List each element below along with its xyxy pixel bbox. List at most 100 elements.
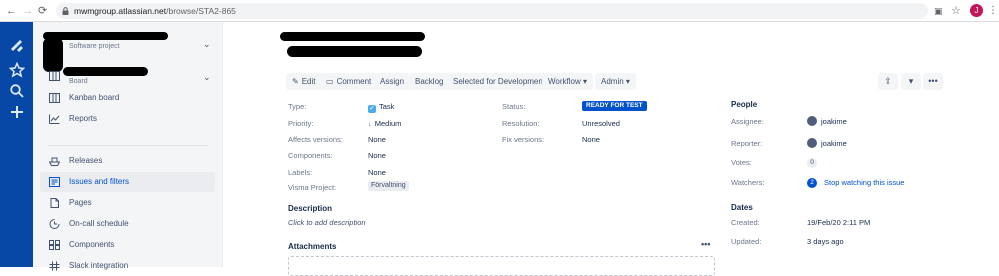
chevron-down-icon[interactable]: ⌄ xyxy=(203,72,211,83)
browser-toolbar: ← → ⟳ mwmgroup.atlassian.net/browse/STA2… xyxy=(0,0,999,22)
url-path: /browse/STA2-865 xyxy=(166,6,236,16)
translate-icon[interactable]: ▣ xyxy=(934,3,943,19)
avatar xyxy=(807,138,817,148)
sidebar-item-label: Slack integration xyxy=(69,261,129,270)
affects-versions-value[interactable]: None xyxy=(368,135,386,144)
workflow-dropdown[interactable]: Workflow ▾ xyxy=(542,73,593,90)
on-call-icon xyxy=(49,219,60,229)
search-icon[interactable] xyxy=(9,83,25,99)
sidebar-item-label: Components xyxy=(69,240,115,249)
address-bar[interactable]: mwmgroup.atlassian.net/browse/STA2-865 xyxy=(56,3,928,19)
sidebar-item-label: Releases xyxy=(69,156,103,165)
people-heading: People xyxy=(731,100,758,109)
attachments-more-icon[interactable]: ••• xyxy=(701,239,710,249)
redacted-breadcrumb xyxy=(280,32,425,41)
star-icon[interactable]: ☆ xyxy=(951,3,961,19)
sidebar-item-kanban-board[interactable]: Kanban board xyxy=(40,88,215,108)
project-sidebar: Software project ⌄ Board ⌄ Kanban board … xyxy=(33,22,223,271)
redacted-issue-title xyxy=(287,46,422,57)
affects-versions-label: Affects versions: xyxy=(288,135,343,144)
assign-button[interactable]: Assign xyxy=(374,73,411,90)
releases-ship-icon xyxy=(49,157,60,166)
menu-icon[interactable]: ⋮ xyxy=(988,3,998,19)
profile-avatar[interactable]: J xyxy=(970,4,983,17)
priority-value[interactable]: ↓ Medium xyxy=(368,119,401,128)
visma-project-label: Visma Project: xyxy=(288,183,337,192)
reload-icon[interactable]: ⟳ xyxy=(38,3,47,19)
assignee-value[interactable]: joakime xyxy=(807,116,847,126)
chevron-down-icon: ▾ xyxy=(582,77,587,86)
sidebar-item-issues-and-filters[interactable]: Issues and filters xyxy=(40,172,215,192)
global-navigation xyxy=(0,22,33,267)
sidebar-item-label: Kanban board xyxy=(69,93,120,102)
comment-icon: ▭ xyxy=(326,77,334,86)
votes-count[interactable]: 0 xyxy=(807,158,817,168)
sidebar-item-components[interactable]: Components xyxy=(40,235,215,255)
sidebar-item-label: Reports xyxy=(69,114,98,123)
description-placeholder[interactable]: Click to add description xyxy=(288,218,366,227)
feedback-icon[interactable]: ▾ xyxy=(901,73,921,90)
components-label: Components: xyxy=(288,151,333,160)
forward-icon[interactable]: → xyxy=(22,3,33,19)
create-icon[interactable] xyxy=(9,104,25,120)
board-icon xyxy=(49,71,60,81)
description-heading: Description xyxy=(288,204,333,213)
redacted-board-name xyxy=(63,67,148,76)
edit-button[interactable]: ✎ Edit xyxy=(286,73,322,90)
pencil-icon: ✎ xyxy=(292,77,299,86)
issues-filter-icon xyxy=(49,177,60,187)
chevron-down-icon[interactable]: ⌄ xyxy=(203,39,211,50)
reports-chart-icon xyxy=(49,114,60,124)
watchers-label: Watchers: xyxy=(731,178,765,187)
labels-value[interactable]: None xyxy=(368,168,386,177)
assignee-label: Assignee: xyxy=(731,117,764,126)
type-value[interactable]: ✓ Task xyxy=(368,102,394,113)
reporter-value[interactable]: joakime xyxy=(807,138,847,148)
sidebar-item-releases[interactable]: Releases xyxy=(40,151,215,171)
updated-value: 3 days ago xyxy=(807,237,844,246)
sidebar-item-slack-integration[interactable]: Slack integration xyxy=(40,256,215,276)
comment-button[interactable]: ▭ Comment xyxy=(320,73,378,90)
watchers-count[interactable]: 2 xyxy=(807,178,817,188)
issue-view: ✎ Edit ▭ Comment Assign Backlog Selected f… xyxy=(224,22,999,276)
selected-for-development-button[interactable]: Selected for Development xyxy=(447,73,552,90)
created-value: 19/Feb/20 2:11 PM xyxy=(807,218,871,227)
fix-versions-label: Fix versions: xyxy=(502,135,545,144)
back-icon[interactable]: ← xyxy=(6,3,17,19)
backlog-button[interactable]: Backlog xyxy=(409,73,450,90)
jira-logo-icon[interactable] xyxy=(9,38,25,54)
sidebar-item-pages[interactable]: Pages xyxy=(40,193,215,213)
status-badge[interactable]: READY FOR TEST xyxy=(582,101,647,111)
fix-versions-value[interactable]: None xyxy=(582,135,600,144)
sidebar-item-label: Issues and filters xyxy=(69,177,130,186)
redacted-project-avatar xyxy=(43,38,63,72)
visma-project-tag[interactable]: Förvaltning xyxy=(368,181,409,191)
sidebar-item-label: On-call schedule xyxy=(69,219,129,228)
status-label: Status: xyxy=(502,102,526,111)
sidebar-divider xyxy=(48,145,208,146)
page-icon xyxy=(50,198,59,208)
share-icon[interactable]: ⇪ xyxy=(878,73,898,90)
reporter-label: Reporter: xyxy=(731,139,763,148)
star-icon[interactable] xyxy=(9,62,25,78)
admin-dropdown[interactable]: Admin ▾ xyxy=(595,73,636,90)
resolution-label: Resolution: xyxy=(502,119,540,128)
sidebar-item-reports[interactable]: Reports xyxy=(40,109,215,129)
more-actions-icon[interactable]: ••• xyxy=(923,73,943,90)
components-icon xyxy=(49,240,60,250)
stop-watching-link[interactable]: Stop watching this issue xyxy=(824,178,904,187)
lock-icon xyxy=(62,7,69,15)
priority-arrow-down-icon: ↓ xyxy=(368,119,372,128)
sidebar-item-on-call-schedule[interactable]: On-call schedule xyxy=(40,214,215,234)
attachment-drop-zone[interactable] xyxy=(288,256,715,276)
components-value[interactable]: None xyxy=(368,151,386,160)
created-label: Created: xyxy=(731,218,760,227)
dates-heading: Dates xyxy=(731,203,753,212)
updated-label: Updated: xyxy=(731,237,762,246)
board-type: Board xyxy=(69,78,88,85)
url-host: mwmgroup.atlassian.net xyxy=(74,6,167,16)
chevron-down-icon: ▾ xyxy=(625,77,630,86)
project-type: Software project xyxy=(69,43,120,50)
slack-icon xyxy=(49,261,60,271)
redacted-project-name xyxy=(43,32,168,40)
